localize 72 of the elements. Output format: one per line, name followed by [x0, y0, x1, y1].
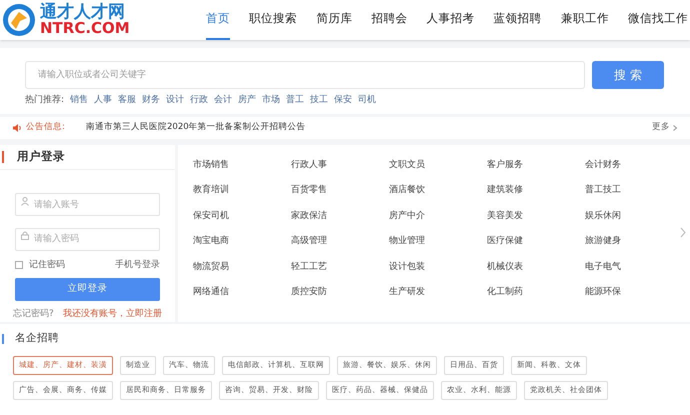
logo-domain: NTRC.COM — [40, 21, 130, 36]
logo-title: 通才人才网 — [40, 4, 125, 21]
category-link[interactable]: 客户服务 — [487, 156, 585, 172]
category-link[interactable]: 美容美发 — [487, 208, 585, 224]
hot-label: 热门推荐: — [25, 94, 64, 107]
remember-label: 记住密码 — [29, 258, 66, 272]
hot-keyword-link[interactable]: 会计 — [214, 94, 232, 108]
category-link[interactable]: 化工制药 — [487, 284, 585, 300]
hot-keyword-link[interactable]: 技工 — [310, 94, 328, 108]
notice-link[interactable]: 南通市第三人民医院2020年第一批备案制公开招聘公告 — [86, 121, 652, 134]
category-link[interactable]: 建筑装修 — [487, 182, 585, 198]
notice-label: 公告信息: — [26, 121, 66, 134]
section-title: 名企招聘 — [15, 330, 59, 346]
hot-keyword-link[interactable]: 人事 — [94, 94, 112, 108]
register-link[interactable]: 我还没有账号，立即注册 — [63, 308, 162, 322]
hot-keyword-link[interactable]: 房产 — [238, 94, 256, 108]
nav-tab[interactable]: 人事招考 — [426, 0, 475, 40]
category-link[interactable]: 保安司机 — [193, 208, 291, 224]
category-link[interactable]: 网络通信 — [193, 284, 291, 300]
forgot-password-link[interactable]: 忘记密码? — [13, 308, 54, 322]
nav-tab[interactable]: 蓝领招聘 — [494, 0, 542, 40]
hot-keyword-link[interactable]: 销售 — [70, 94, 88, 108]
category-link[interactable]: 娱乐休闲 — [585, 208, 683, 224]
hot-keyword-link[interactable]: 保安 — [334, 94, 352, 108]
category-link[interactable]: 设计包装 — [389, 258, 487, 274]
category-link[interactable]: 普工技工 — [585, 182, 683, 198]
hot-keyword-link[interactable]: 普工 — [286, 94, 304, 108]
hot-keyword-link[interactable]: 财务 — [142, 94, 160, 108]
category-link[interactable]: 文职文员 — [389, 156, 487, 172]
category-link[interactable]: 机械仪表 — [487, 258, 585, 274]
category-link[interactable]: 物业管理 — [389, 233, 487, 249]
category-link[interactable]: 会计财务 — [585, 156, 683, 172]
category-link[interactable]: 百货零售 — [291, 182, 389, 198]
nav-tab[interactable]: 招聘会 — [371, 0, 408, 40]
category-link[interactable]: 房产中介 — [389, 208, 487, 224]
category-link[interactable]: 生产研发 — [389, 284, 487, 300]
nav-tab[interactable]: 微信找工作 — [628, 0, 688, 40]
chevron-right-icon[interactable] — [680, 226, 686, 238]
nav-tab[interactable]: 职位搜索 — [249, 0, 298, 40]
category-link[interactable]: 能源环保 — [585, 284, 683, 300]
lock-icon — [21, 231, 29, 240]
category-link[interactable]: 电子电气 — [585, 258, 683, 274]
hot-keyword-link[interactable]: 司机 — [358, 94, 376, 108]
user-icon — [21, 196, 29, 206]
account-field[interactable]: 请输入账号 — [15, 193, 160, 216]
category-link[interactable]: 酒店餐饮 — [389, 182, 487, 198]
category-link[interactable]: 高级管理 — [291, 233, 389, 249]
category-link[interactable]: 物流贸易 — [193, 258, 291, 274]
category-link[interactable]: 质控安防 — [291, 284, 389, 300]
hot-keyword-link[interactable]: 行政 — [190, 94, 208, 108]
hot-keyword-link[interactable]: 市场 — [262, 94, 280, 108]
category-link[interactable]: 市场销售 — [193, 156, 291, 172]
chevron-icon — [673, 124, 677, 130]
search-field[interactable]: 请输入职位或者公司关键字 — [25, 61, 585, 89]
nav-tab[interactable]: 首页 — [206, 0, 230, 40]
category-link[interactable]: 家政保洁 — [291, 208, 389, 224]
category-link[interactable]: 行政人事 — [291, 156, 389, 172]
nav-tab[interactable]: 兼职工作 — [560, 0, 609, 40]
category-link[interactable]: 医疗保健 — [487, 233, 585, 249]
hot-keyword-link[interactable]: 客服 — [118, 94, 136, 108]
phone-login-link[interactable]: 手机号登录 — [115, 258, 160, 272]
category-link[interactable]: 教育培训 — [193, 182, 291, 198]
more-link[interactable]: 更多 — [652, 121, 670, 134]
speaker-icon — [13, 124, 22, 132]
category-link[interactable]: 轻工工艺 — [291, 258, 389, 274]
remember-checkbox[interactable] — [15, 261, 23, 270]
login-title: 用户登录 — [17, 148, 65, 165]
password-field[interactable]: 请输入密码 — [15, 228, 160, 250]
category-link[interactable]: 旅游健身 — [585, 233, 683, 249]
category-link[interactable]: 淘宝电商 — [193, 233, 291, 249]
hot-keyword-link[interactable]: 设计 — [166, 94, 184, 108]
nav-tab[interactable]: 简历库 — [316, 0, 352, 40]
